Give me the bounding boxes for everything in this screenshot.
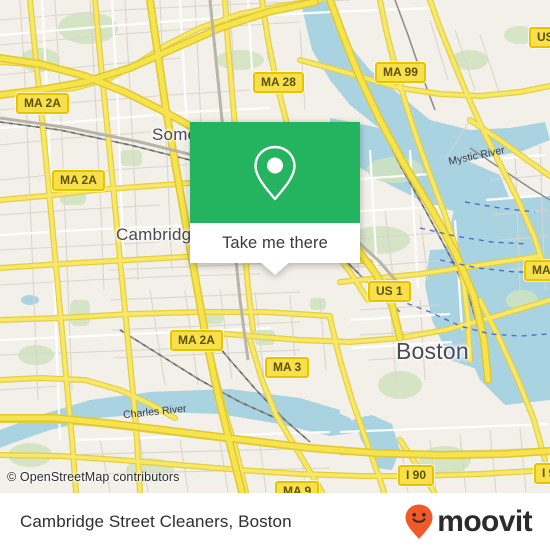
shield-ma-2a-2: MA 2A [52,170,105,191]
osm-attribution: © OpenStreetMap contributors [7,470,180,484]
map-canvas[interactable]: Some Cambridge Boston Mystic River Charl… [0,0,550,493]
popup-tail [260,262,290,275]
map-label-cambridge: Cambridge [116,225,201,244]
shield-us-1: US 1 [368,281,411,302]
moovit-wordmark: moovit [437,504,532,538]
shield-ma-2a-1: MA 2A [16,93,69,114]
footer-bar: Cambridge Street Cleaners, Boston moovit [0,493,550,550]
shield-ma-28: MA 28 [253,72,304,93]
map-label-boston: Boston [396,338,469,364]
destination-popup[interactable]: Take me there [190,122,360,275]
shield-ma-3: MA 3 [265,357,310,378]
shield-ma-9: MA 9 [275,481,320,493]
map-pin-icon [254,145,296,200]
shield-ma-2a-3: MA 2A [170,330,223,351]
shield-us-1-edge: US 1 [529,27,550,48]
shield-i-90: I 90 [398,465,435,486]
shield-ma-1: MA 1 [524,260,550,281]
shield-i-9-edge: I 9 [534,463,550,484]
shield-ma-99: MA 99 [375,62,426,83]
take-me-there-button[interactable]: Take me there [190,223,360,263]
popup-icon-area [190,122,360,223]
moovit-map-screenshot: Some Cambridge Boston Mystic River Charl… [0,0,550,550]
moovit-logo[interactable]: moovit [404,503,533,541]
location-title: Cambridge Street Cleaners, Boston [20,511,292,531]
moovit-pin-smile-icon [405,504,433,539]
